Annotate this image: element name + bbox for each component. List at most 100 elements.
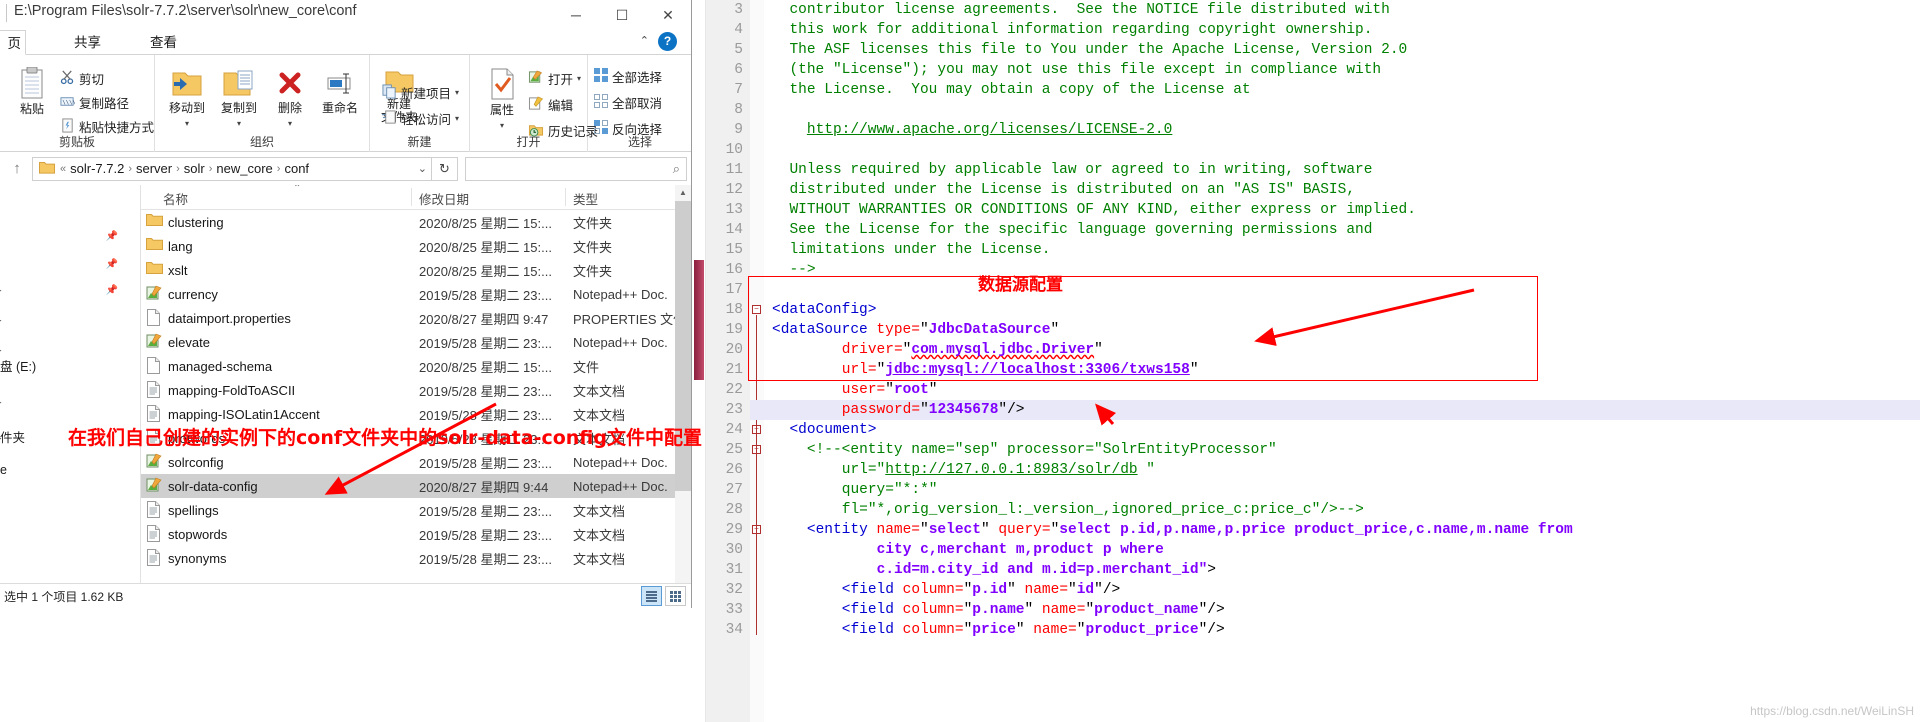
refresh-button[interactable]: ↻ (432, 156, 458, 181)
table-row[interactable]: stopwords 2019/5/28 星期二 23:... 文本文档 (141, 522, 691, 546)
code-line[interactable]: distributed under the License is distrib… (750, 180, 1920, 200)
easy-access-button[interactable]: 轻松访问 ▾ (382, 109, 459, 128)
code-line[interactable]: <dataConfig> (750, 300, 1920, 320)
table-row[interactable]: elevate 2019/5/28 星期二 23:... Notepad++ Doc… (141, 330, 691, 354)
copy-path-button[interactable]: \\\\ 复制路径 (60, 93, 129, 112)
code-area[interactable]: −−−− contributor license agreements. See… (750, 0, 1920, 722)
pin-icon-2[interactable]: 📌 (106, 259, 118, 270)
table-row[interactable]: synonyms 2019/5/28 星期二 23:... 文本文档 (141, 546, 691, 570)
search-input[interactable]: ⌕ (465, 156, 687, 181)
col-sep-2[interactable] (565, 188, 566, 206)
code-line[interactable]: this work for additional information reg… (750, 20, 1920, 40)
pin-icon-1[interactable]: 📌 (106, 231, 118, 242)
delete-button[interactable]: 删除 ▾ (267, 69, 313, 129)
pin-icon-3[interactable]: 📌 (106, 285, 118, 296)
open-caret-icon[interactable]: ▾ (577, 74, 581, 83)
edit-button[interactable]: 编辑 (528, 95, 573, 114)
chevron-down-icon[interactable]: ⌄ (418, 162, 427, 175)
column-header-date[interactable]: 修改日期 (419, 189, 469, 208)
breadcrumb-item-2[interactable]: solr (181, 161, 208, 176)
large-icons-view-button[interactable] (665, 586, 686, 606)
open-button[interactable]: 打开 ▾ (528, 69, 581, 88)
code-line[interactable] (750, 140, 1920, 160)
nav-item-folder[interactable]: 件夹 (0, 427, 25, 446)
new-item-button[interactable]: 新建项目 ▾ (382, 83, 459, 102)
code-line[interactable]: <field column="price" name="product_pric… (750, 620, 1920, 640)
code-line[interactable]: c.id=m.city_id and m.id=p.merchant_id"> (750, 560, 1920, 580)
code-line[interactable]: driver="com.mysql.jdbc.Driver" (750, 340, 1920, 360)
nav-item-other[interactable]: e (0, 463, 7, 477)
code-line[interactable]: contributor license agreements. See the … (750, 0, 1920, 20)
code-line[interactable]: <!--<entity name="sep" processor="SolrEn… (750, 440, 1920, 460)
table-row[interactable]: lang 2020/8/25 星期二 15:... 文件夹 (141, 234, 691, 258)
code-line[interactable]: WITHOUT WARRANTIES OR CONDITIONS OF ANY … (750, 200, 1920, 220)
help-icon[interactable]: ? (658, 32, 677, 51)
code-line[interactable]: query="*:*" (750, 480, 1920, 500)
code-line[interactable]: http://www.apache.org/licenses/LICENSE-2… (750, 120, 1920, 140)
breadcrumb[interactable]: « solr-7.7.2 › server › solr › new_core … (32, 156, 432, 181)
code-line[interactable]: The ASF licenses this file to You under … (750, 40, 1920, 60)
tab-home[interactable]: 页 (0, 30, 26, 55)
breadcrumb-item-0[interactable]: solr-7.7.2 (67, 161, 127, 176)
column-header-type[interactable]: 类型 (573, 189, 598, 208)
code-line[interactable] (750, 280, 1920, 300)
nav-expand-5[interactable]: ▸ (0, 433, 2, 444)
code-line[interactable]: (the "License"); you may not use this fi… (750, 60, 1920, 80)
vertical-scrollbar[interactable]: ▲ ▼ (675, 185, 691, 608)
table-row[interactable]: dataimport.properties 2020/8/27 星期四 9:47 P… (141, 306, 691, 330)
new-item-caret-icon[interactable]: ▾ (455, 88, 459, 97)
tab-share[interactable]: 共享 (64, 30, 111, 55)
code-line[interactable]: the License. You may obtain a copy of th… (750, 80, 1920, 100)
code-line[interactable]: password="12345678"/> (750, 400, 1920, 420)
tab-view[interactable]: 查看 (140, 30, 187, 55)
maximize-icon[interactable]: ☐ (599, 0, 645, 30)
rename-button[interactable]: 重命名 (313, 69, 367, 115)
code-line[interactable]: Unless required by applicable law or agr… (750, 160, 1920, 180)
code-line[interactable] (750, 100, 1920, 120)
nav-item-drive-e[interactable]: 盘 (E:) (0, 356, 36, 375)
code-line[interactable]: <entity name="select" query="select p.id… (750, 520, 1920, 540)
nav-expand-2[interactable]: ▸ (0, 315, 2, 326)
code-line[interactable]: url="jdbc:mysql://localhost:3306/txws158… (750, 360, 1920, 380)
properties-button[interactable]: 属性 ▾ (478, 67, 526, 131)
code-line[interactable]: user="root" (750, 380, 1920, 400)
code-line[interactable]: limitations under the License. (750, 240, 1920, 260)
nav-expand-4[interactable]: ▸ (0, 397, 2, 408)
collapse-ribbon-icon[interactable]: ⌃ (640, 34, 649, 47)
move-to-caret-icon[interactable]: ▾ (185, 119, 189, 128)
code-line[interactable]: url="http://127.0.0.1:8983/solr/db " (750, 460, 1920, 480)
column-header-name[interactable]: 名称 (163, 189, 188, 208)
nav-expand-3[interactable]: ▸ (0, 345, 2, 356)
code-line[interactable]: <field column="p.id" name="id"/> (750, 580, 1920, 600)
table-row[interactable]: xslt 2020/8/25 星期二 15:... 文件夹 (141, 258, 691, 282)
up-button[interactable]: ↑ (4, 156, 30, 182)
table-row[interactable]: managed-schema 2020/8/25 星期二 15:... 文件 (141, 354, 691, 378)
table-row[interactable]: solr-data-config 2020/8/27 星期四 9:44 Notepa… (141, 474, 691, 498)
delete-caret-icon[interactable]: ▾ (288, 119, 292, 128)
table-row[interactable]: clustering 2020/8/25 星期二 15:... 文件夹 (141, 210, 691, 234)
paste-button[interactable]: 粘贴 (8, 66, 56, 116)
easy-access-caret-icon[interactable]: ▾ (455, 114, 459, 123)
table-row[interactable]: spellings 2019/5/28 星期二 23:... 文本文档 (141, 498, 691, 522)
table-row[interactable]: solrconfig 2019/5/28 星期二 23:... Notepad++ … (141, 450, 691, 474)
code-line[interactable]: <document> (750, 420, 1920, 440)
copy-to-caret-icon[interactable]: ▾ (237, 119, 241, 128)
code-line[interactable]: <dataSource type="JdbcDataSource" (750, 320, 1920, 340)
breadcrumb-item-1[interactable]: server (133, 161, 175, 176)
code-line[interactable]: See the License for the specific languag… (750, 220, 1920, 240)
code-line[interactable]: city c,merchant m,product p where (750, 540, 1920, 560)
breadcrumb-root[interactable]: « (59, 163, 67, 175)
scroll-up-icon[interactable]: ▲ (675, 185, 691, 201)
properties-caret-icon[interactable]: ▾ (500, 121, 504, 130)
select-none-button[interactable]: 全部取消 (594, 93, 662, 112)
nav-expand-1[interactable]: ▸ (0, 285, 2, 296)
move-to-button[interactable]: 移动到 ▾ (161, 69, 213, 129)
table-row[interactable]: mapping-FoldToASCII 2019/5/28 星期二 23:... 文… (141, 378, 691, 402)
close-icon[interactable]: ✕ (645, 0, 691, 30)
select-all-button[interactable]: 全部选择 (594, 67, 662, 86)
code-line[interactable]: fl="*,orig_version_l:_version_,ignored_p… (750, 500, 1920, 520)
breadcrumb-item-3[interactable]: new_core (213, 161, 275, 176)
minimize-icon[interactable]: ─ (553, 0, 599, 30)
cut-button[interactable]: 剪切 (60, 69, 104, 88)
code-line[interactable]: --> (750, 260, 1920, 280)
